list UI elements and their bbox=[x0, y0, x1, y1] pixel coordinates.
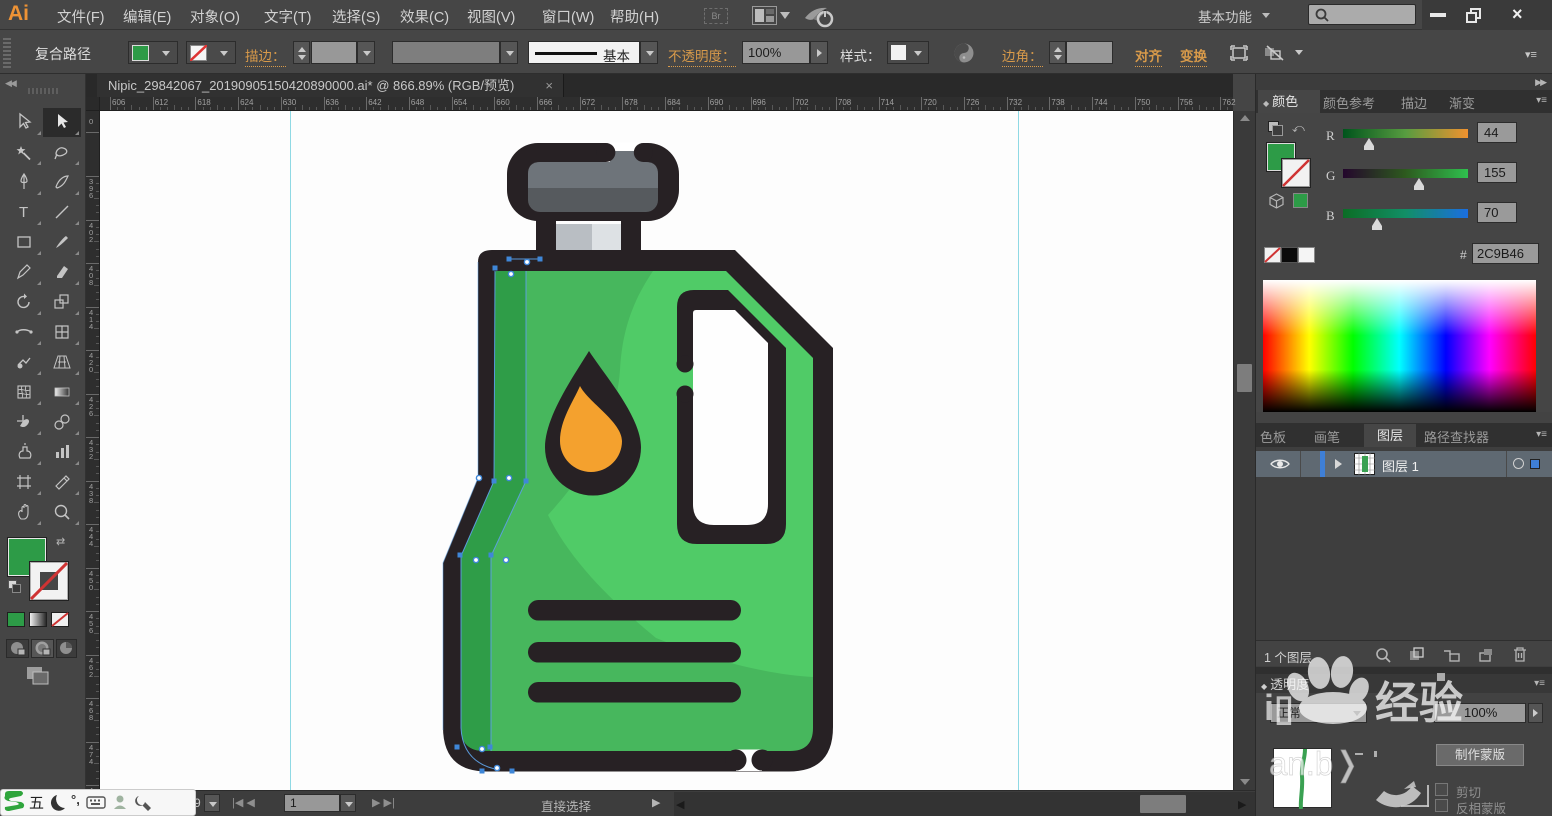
svg-text:°,: °, bbox=[71, 792, 80, 807]
svg-text:五: 五 bbox=[29, 795, 44, 812]
svg-text:T: T bbox=[19, 204, 28, 221]
